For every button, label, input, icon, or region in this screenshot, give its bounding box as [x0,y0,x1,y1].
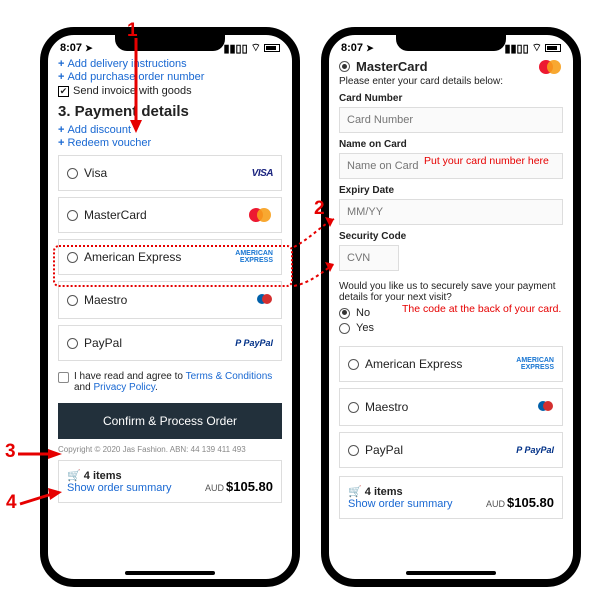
privacy-link[interactable]: Privacy Policy [93,382,155,393]
payment-option-paypal[interactable]: PayPal P PayPal [339,432,563,468]
arrow-1 [128,38,144,133]
paypal-logo: P PayPal [516,445,554,455]
radio-icon [348,445,359,456]
radio-icon [67,295,78,306]
status-time: 8:07 [341,42,363,54]
amex-logo: AMERICANEXPRESS [516,357,554,371]
signal-icon: ▮▮▯▯ [504,42,528,55]
wifi-icon: ⌔ [251,41,261,55]
paypal-logo: P PayPal [235,338,273,348]
plus-icon: + [58,58,64,70]
save-yes-option[interactable]: Yes [339,322,563,334]
arrow-3 [18,448,62,460]
payment-option-paypal[interactable]: PayPal P PayPal [58,325,282,361]
cart-icon: 🛒 [348,486,365,498]
save-details-question: Would you like us to securely save your … [339,281,563,303]
cart-total: AUD$105.80 [486,495,554,510]
cart-summary: 🛒 4 items Show order summary AUD$105.80 [339,476,563,519]
agree-terms-row[interactable]: I have read and agree to Terms & Conditi… [58,371,282,393]
add-po-link[interactable]: +Add purchase order number [58,71,282,83]
radio-selected-icon [339,61,350,72]
note-cvn: The code at the back of your card. [402,303,561,315]
maestro-logo [538,399,554,415]
plus-icon: + [58,124,64,136]
mastercard-logo [249,208,273,222]
cart-summary: 🛒 4 items Show order summary AUD$105.80 [58,460,282,503]
plus-icon: + [58,137,64,149]
add-delivery-link[interactable]: +Add delivery instructions [58,58,282,70]
terms-link[interactable]: Terms & Conditions [186,371,273,382]
confirm-order-button[interactable]: Confirm & Process Order [58,403,282,439]
cart-items-count: 4 items [365,486,403,498]
home-indicator [406,571,496,575]
name-on-card-label: Name on Card [339,139,563,150]
checkbox-icon [58,372,69,383]
radio-icon [67,168,78,179]
signal-icon: ▮▮▯▯ [223,42,247,55]
redeem-voucher-link[interactable]: +Redeem voucher [58,137,282,149]
payment-option-maestro[interactable]: Maestro [339,388,563,426]
location-icon: ➤ [366,43,374,53]
copyright-text: Copyright © 2020 Jas Fashion. ABN: 44 13… [58,445,282,454]
card-number-label: Card Number [339,93,563,104]
cart-items-count: 4 items [84,470,122,482]
expiry-label: Expiry Date [339,185,563,196]
cart-icon: 🛒 [67,470,84,482]
expiry-input[interactable] [339,199,563,225]
show-summary-link[interactable]: Show order summary [348,498,453,510]
arrow-4 [18,490,62,510]
battery-icon [545,44,561,52]
annotation-2: 2 [314,198,325,220]
location-icon: ➤ [85,43,93,53]
payment-option-visa[interactable]: Visa VISA [58,155,282,191]
card-number-input[interactable] [339,107,563,133]
highlight-mastercard [53,245,293,287]
plus-icon: + [58,71,64,83]
checkbox-checked-icon: ✔ [58,86,69,97]
payment-details-heading: 3. Payment details [58,103,282,120]
home-indicator [125,571,215,575]
add-discount-link[interactable]: +Add discount [58,124,282,136]
annotation-4: 4 [6,492,17,514]
send-invoice-toggle[interactable]: ✔ Send invoice with goods [58,85,282,97]
cvn-input[interactable] [339,245,399,271]
selected-mastercard-header: MasterCard [339,59,428,74]
connector-bottom [292,262,342,322]
visa-logo: VISA [252,168,273,179]
radio-icon [67,210,78,221]
notch [396,33,506,51]
battery-icon [264,44,280,52]
note-card-number: Put your card number here [424,155,549,167]
show-summary-link[interactable]: Show order summary [67,482,172,494]
agree-text: I have read and agree to Terms & Conditi… [74,371,282,393]
wifi-icon: ⌔ [532,41,542,55]
radio-icon [339,323,350,334]
status-time: 8:07 [60,42,82,54]
payment-option-mastercard[interactable]: MasterCard [58,197,282,233]
annotation-3: 3 [5,441,16,463]
annotation-1: 1 [127,20,138,42]
cart-total: AUD$105.80 [205,479,273,494]
radio-icon [348,402,359,413]
card-details-sublabel: Please enter your card details below: [339,76,563,87]
phone-left: 8:07 ➤ ▮▮▯▯ ⌔ +Add delivery instructions… [40,27,300,587]
maestro-logo [257,292,273,308]
screen-content-left: +Add delivery instructions +Add purchase… [48,58,292,543]
payment-option-amex[interactable]: American Express AMERICANEXPRESS [339,346,563,382]
mastercard-logo [539,60,563,74]
cvn-label: Security Code [339,231,563,242]
radio-icon [67,338,78,349]
radio-icon [348,359,359,370]
